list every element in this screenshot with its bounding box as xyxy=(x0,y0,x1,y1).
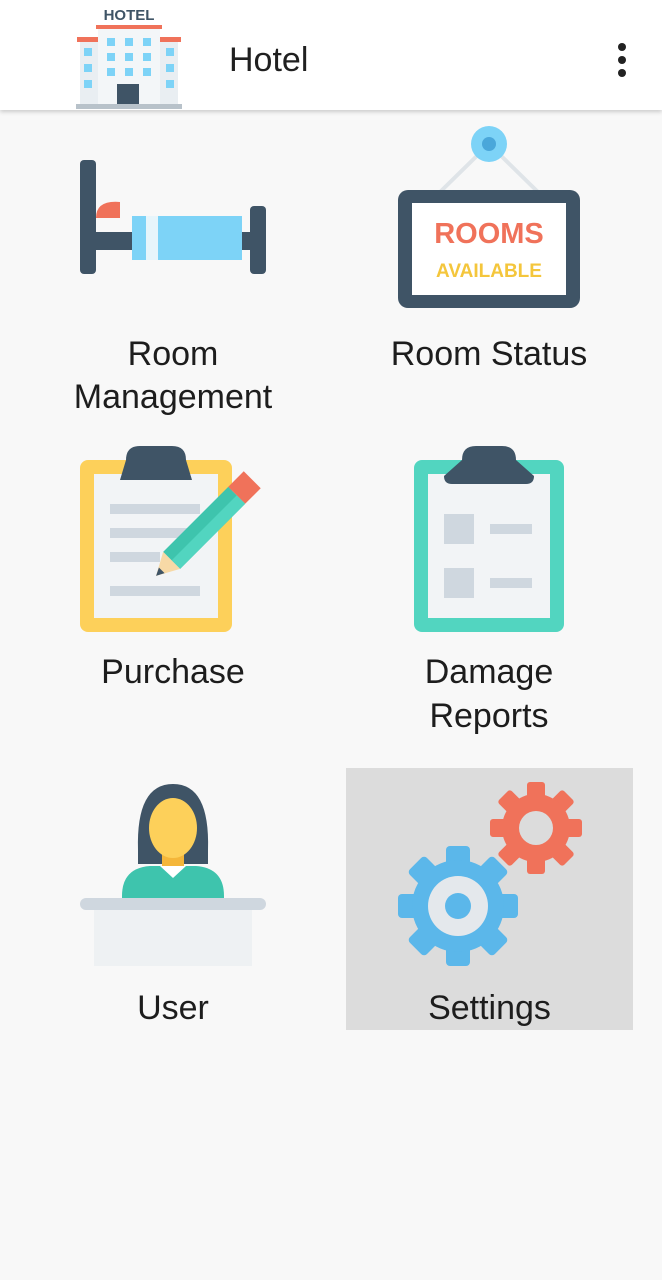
large-gear-icon xyxy=(398,846,518,966)
more-vert-dot xyxy=(618,69,626,77)
rooms-available-sign-icon: ROOMS AVAILABLE xyxy=(398,126,580,308)
tile-purchase[interactable]: Purchase xyxy=(30,440,316,730)
bed-icon xyxy=(80,160,266,274)
tile-label: Damage xyxy=(424,653,554,691)
app-bar: HOTEL Hotel xyxy=(0,0,662,110)
clipboard-checklist-icon xyxy=(414,446,564,632)
hotel-logo: HOTEL xyxy=(76,7,182,109)
receptionist-icon xyxy=(80,784,266,966)
hotel-logo-text: HOTEL xyxy=(104,7,155,24)
tile-room-status[interactable]: ROOMS AVAILABLE Room Status xyxy=(346,118,632,428)
tile-label: Room Status xyxy=(390,335,588,373)
more-vert-icon xyxy=(618,43,626,51)
tile-settings[interactable]: Settings xyxy=(346,768,633,1030)
sign-available-text: AVAILABLE xyxy=(436,261,542,282)
small-gear-icon xyxy=(490,782,582,874)
tile-label: Room xyxy=(127,335,219,373)
tile-room-management[interactable]: Room Management xyxy=(30,118,316,428)
gears-icon xyxy=(398,782,582,966)
more-vert-dot xyxy=(618,56,626,64)
overflow-menu-button[interactable] xyxy=(600,36,644,84)
clipboard-pencil-icon xyxy=(80,446,261,632)
tile-label: Settings xyxy=(428,989,551,1027)
tile-label: Reports xyxy=(429,697,549,735)
tile-label: User xyxy=(137,989,209,1027)
app-title: Hotel xyxy=(229,41,309,79)
tile-user[interactable]: User xyxy=(30,768,316,1030)
sign-rooms-text: ROOMS xyxy=(434,218,544,250)
tile-label: Purchase xyxy=(101,653,245,691)
tile-label: Management xyxy=(73,378,273,416)
tile-damage-reports[interactable]: Damage Reports xyxy=(346,440,632,735)
